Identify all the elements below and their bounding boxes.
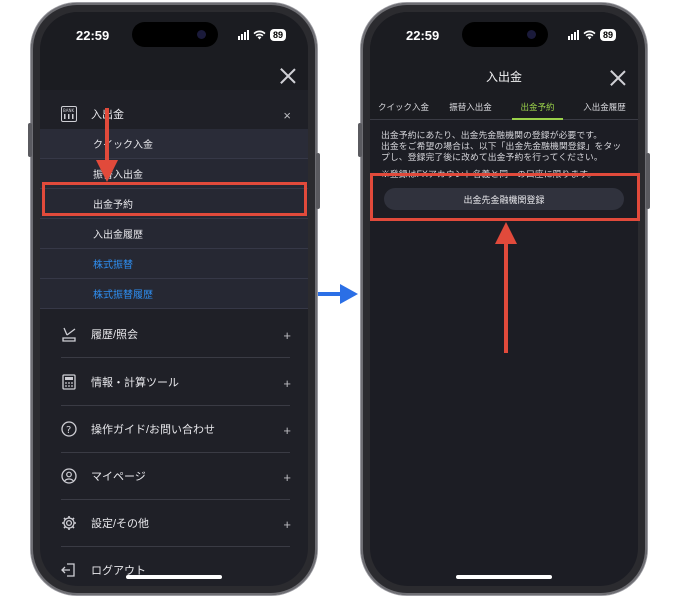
- arrow-shaft-right: [504, 243, 508, 353]
- bank-icon: BANK: [61, 106, 77, 122]
- tab-withdrawal-reservation[interactable]: 出金予約: [504, 94, 571, 120]
- menu-section-label: マイページ: [91, 471, 146, 483]
- menu-section-history[interactable]: 履歴/照会 +: [40, 310, 308, 358]
- gear-icon: [62, 516, 76, 530]
- arrow-down-icon: [96, 160, 118, 182]
- nav-bar: 入出金: [370, 58, 638, 94]
- menu-item-label: 株式振替: [93, 260, 133, 271]
- battery-indicator: 89: [269, 29, 286, 41]
- volume-button: [28, 123, 32, 157]
- home-indicator: [456, 575, 552, 579]
- signal-icon: [237, 30, 249, 40]
- menu-section-help[interactable]: ? 操作ガイド/お問い合わせ +: [40, 405, 308, 453]
- highlight-box-right: [370, 173, 640, 221]
- arrow-shaft-left: [105, 108, 109, 164]
- status-time: 22:59: [406, 28, 440, 43]
- status-bar: 22:59 89: [40, 12, 308, 58]
- menu-section-tools[interactable]: 情報・計算ツール +: [40, 358, 308, 406]
- page-title: 入出金: [485, 70, 522, 84]
- svg-text:BANK: BANK: [63, 108, 74, 113]
- tab-history[interactable]: 入出金履歴: [571, 94, 638, 119]
- status-icons: 89: [567, 28, 616, 42]
- tab-quick-deposit[interactable]: クイック入金: [370, 94, 437, 119]
- menu-section-label: 履歴/照会: [91, 329, 139, 341]
- menu-item-history[interactable]: 入出金履歴: [40, 219, 308, 249]
- expand-icon[interactable]: +: [283, 376, 291, 391]
- expand-icon[interactable]: +: [283, 328, 291, 343]
- menu-section-label: 設定/その他: [91, 518, 150, 530]
- menu-logout[interactable]: ログアウト: [40, 546, 308, 586]
- menu-item-stock-transfer[interactable]: 株式振替: [40, 249, 308, 279]
- close-icon[interactable]: [610, 70, 626, 86]
- expand-icon[interactable]: +: [283, 423, 291, 438]
- arrow-right-icon: [340, 284, 358, 304]
- dynamic-island: [132, 22, 218, 47]
- status-icons: 89: [237, 28, 286, 42]
- menu-item-label: 入出金履歴: [93, 230, 143, 241]
- status-time: 22:59: [76, 28, 110, 43]
- history-icon: [62, 327, 76, 342]
- home-indicator: [126, 575, 222, 579]
- calculator-icon: [62, 374, 76, 390]
- tab-bar: クイック入金 振替入出金 出金予約 入出金履歴: [370, 94, 638, 120]
- notice-line: 出金予約にあたり、出金先金融機関の登録が必要です。: [381, 130, 603, 140]
- menu-item-stock-transfer-history[interactable]: 株式振替履歴: [40, 279, 308, 309]
- menu-item-label: 株式振替履歴: [93, 290, 153, 301]
- expand-icon[interactable]: +: [283, 470, 291, 485]
- expand-icon[interactable]: +: [283, 517, 291, 532]
- help-icon: ?: [61, 421, 77, 437]
- menu-item-label: クイック入金: [93, 140, 153, 151]
- dynamic-island: [462, 22, 548, 47]
- status-bar: 22:59 89: [370, 12, 638, 58]
- phone-left: 22:59 89 BANK 入出金 × クイック入金 振替入出金 出金予約 入出…: [28, 3, 320, 595]
- battery-indicator: 89: [599, 29, 616, 41]
- wifi-icon: [583, 30, 596, 40]
- menu-item-quick-deposit[interactable]: クイック入金: [40, 129, 308, 159]
- user-icon: [61, 468, 77, 484]
- menu-section-mypage[interactable]: マイページ +: [40, 452, 308, 500]
- volume-button: [358, 123, 362, 157]
- signal-icon: [567, 30, 579, 40]
- tab-transfer[interactable]: 振替入出金: [437, 94, 504, 119]
- collapse-icon[interactable]: ×: [283, 108, 291, 123]
- menu-section-label: 情報・計算ツール: [91, 377, 179, 389]
- logout-icon: [61, 563, 75, 577]
- menu-topbar: [40, 58, 308, 90]
- highlight-box-left: [42, 182, 307, 216]
- menu-section-settings[interactable]: 設定/その他 +: [40, 499, 308, 547]
- wifi-icon: [253, 30, 266, 40]
- notice-line: 出金をご希望の場合は、以下「出金先金融機関登録」をタップし、登録完了後に改めて出…: [381, 141, 622, 162]
- power-button: [646, 153, 650, 209]
- menu-section-label: 操作ガイド/お問い合わせ: [91, 424, 216, 436]
- power-button: [316, 153, 320, 209]
- close-icon[interactable]: [280, 68, 296, 84]
- left-screen: 22:59 89 BANK 入出金 × クイック入金 振替入出金 出金予約 入出…: [40, 12, 308, 586]
- svg-text:?: ?: [66, 425, 71, 436]
